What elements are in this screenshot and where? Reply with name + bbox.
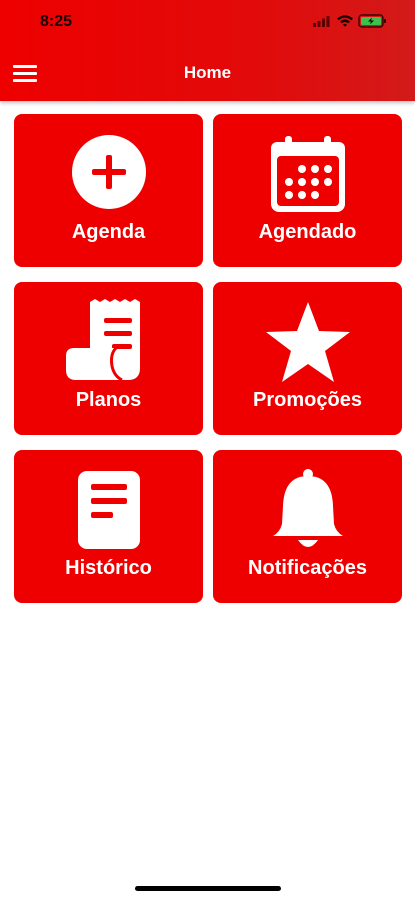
status-time: 8:25 — [40, 13, 73, 30]
plus-circle-icon — [71, 135, 146, 209]
tile-promocoes[interactable]: Promoções — [213, 282, 402, 435]
tile-label: Agenda — [71, 221, 146, 243]
document-icon — [77, 471, 140, 549]
tile-agendado[interactable]: Agendado — [213, 114, 402, 267]
tile-planos[interactable]: Planos — [14, 282, 203, 435]
tile-agenda[interactable]: Agenda — [14, 114, 203, 267]
home-indicator[interactable] — [135, 886, 281, 891]
calendar-icon — [270, 136, 345, 212]
page-title: Home — [183, 63, 232, 82]
app-header: 8:25 Home — [0, 0, 415, 101]
signal-icon — [313, 16, 330, 27]
tile-historico[interactable]: Histórico — [14, 450, 203, 603]
tile-label: Planos — [75, 389, 142, 411]
wifi-icon — [337, 15, 353, 27]
tile-label: Agendado — [258, 221, 357, 243]
tile-notificacoes[interactable]: Notificações — [213, 450, 402, 603]
battery-icon — [358, 14, 386, 28]
receipt-icon — [65, 299, 140, 382]
tile-label: Notificações — [248, 557, 367, 579]
status-icons — [313, 14, 386, 28]
star-icon — [265, 302, 350, 382]
bell-icon — [272, 469, 343, 547]
tile-label: Promoções — [253, 389, 362, 411]
tile-label: Histórico — [65, 557, 152, 579]
